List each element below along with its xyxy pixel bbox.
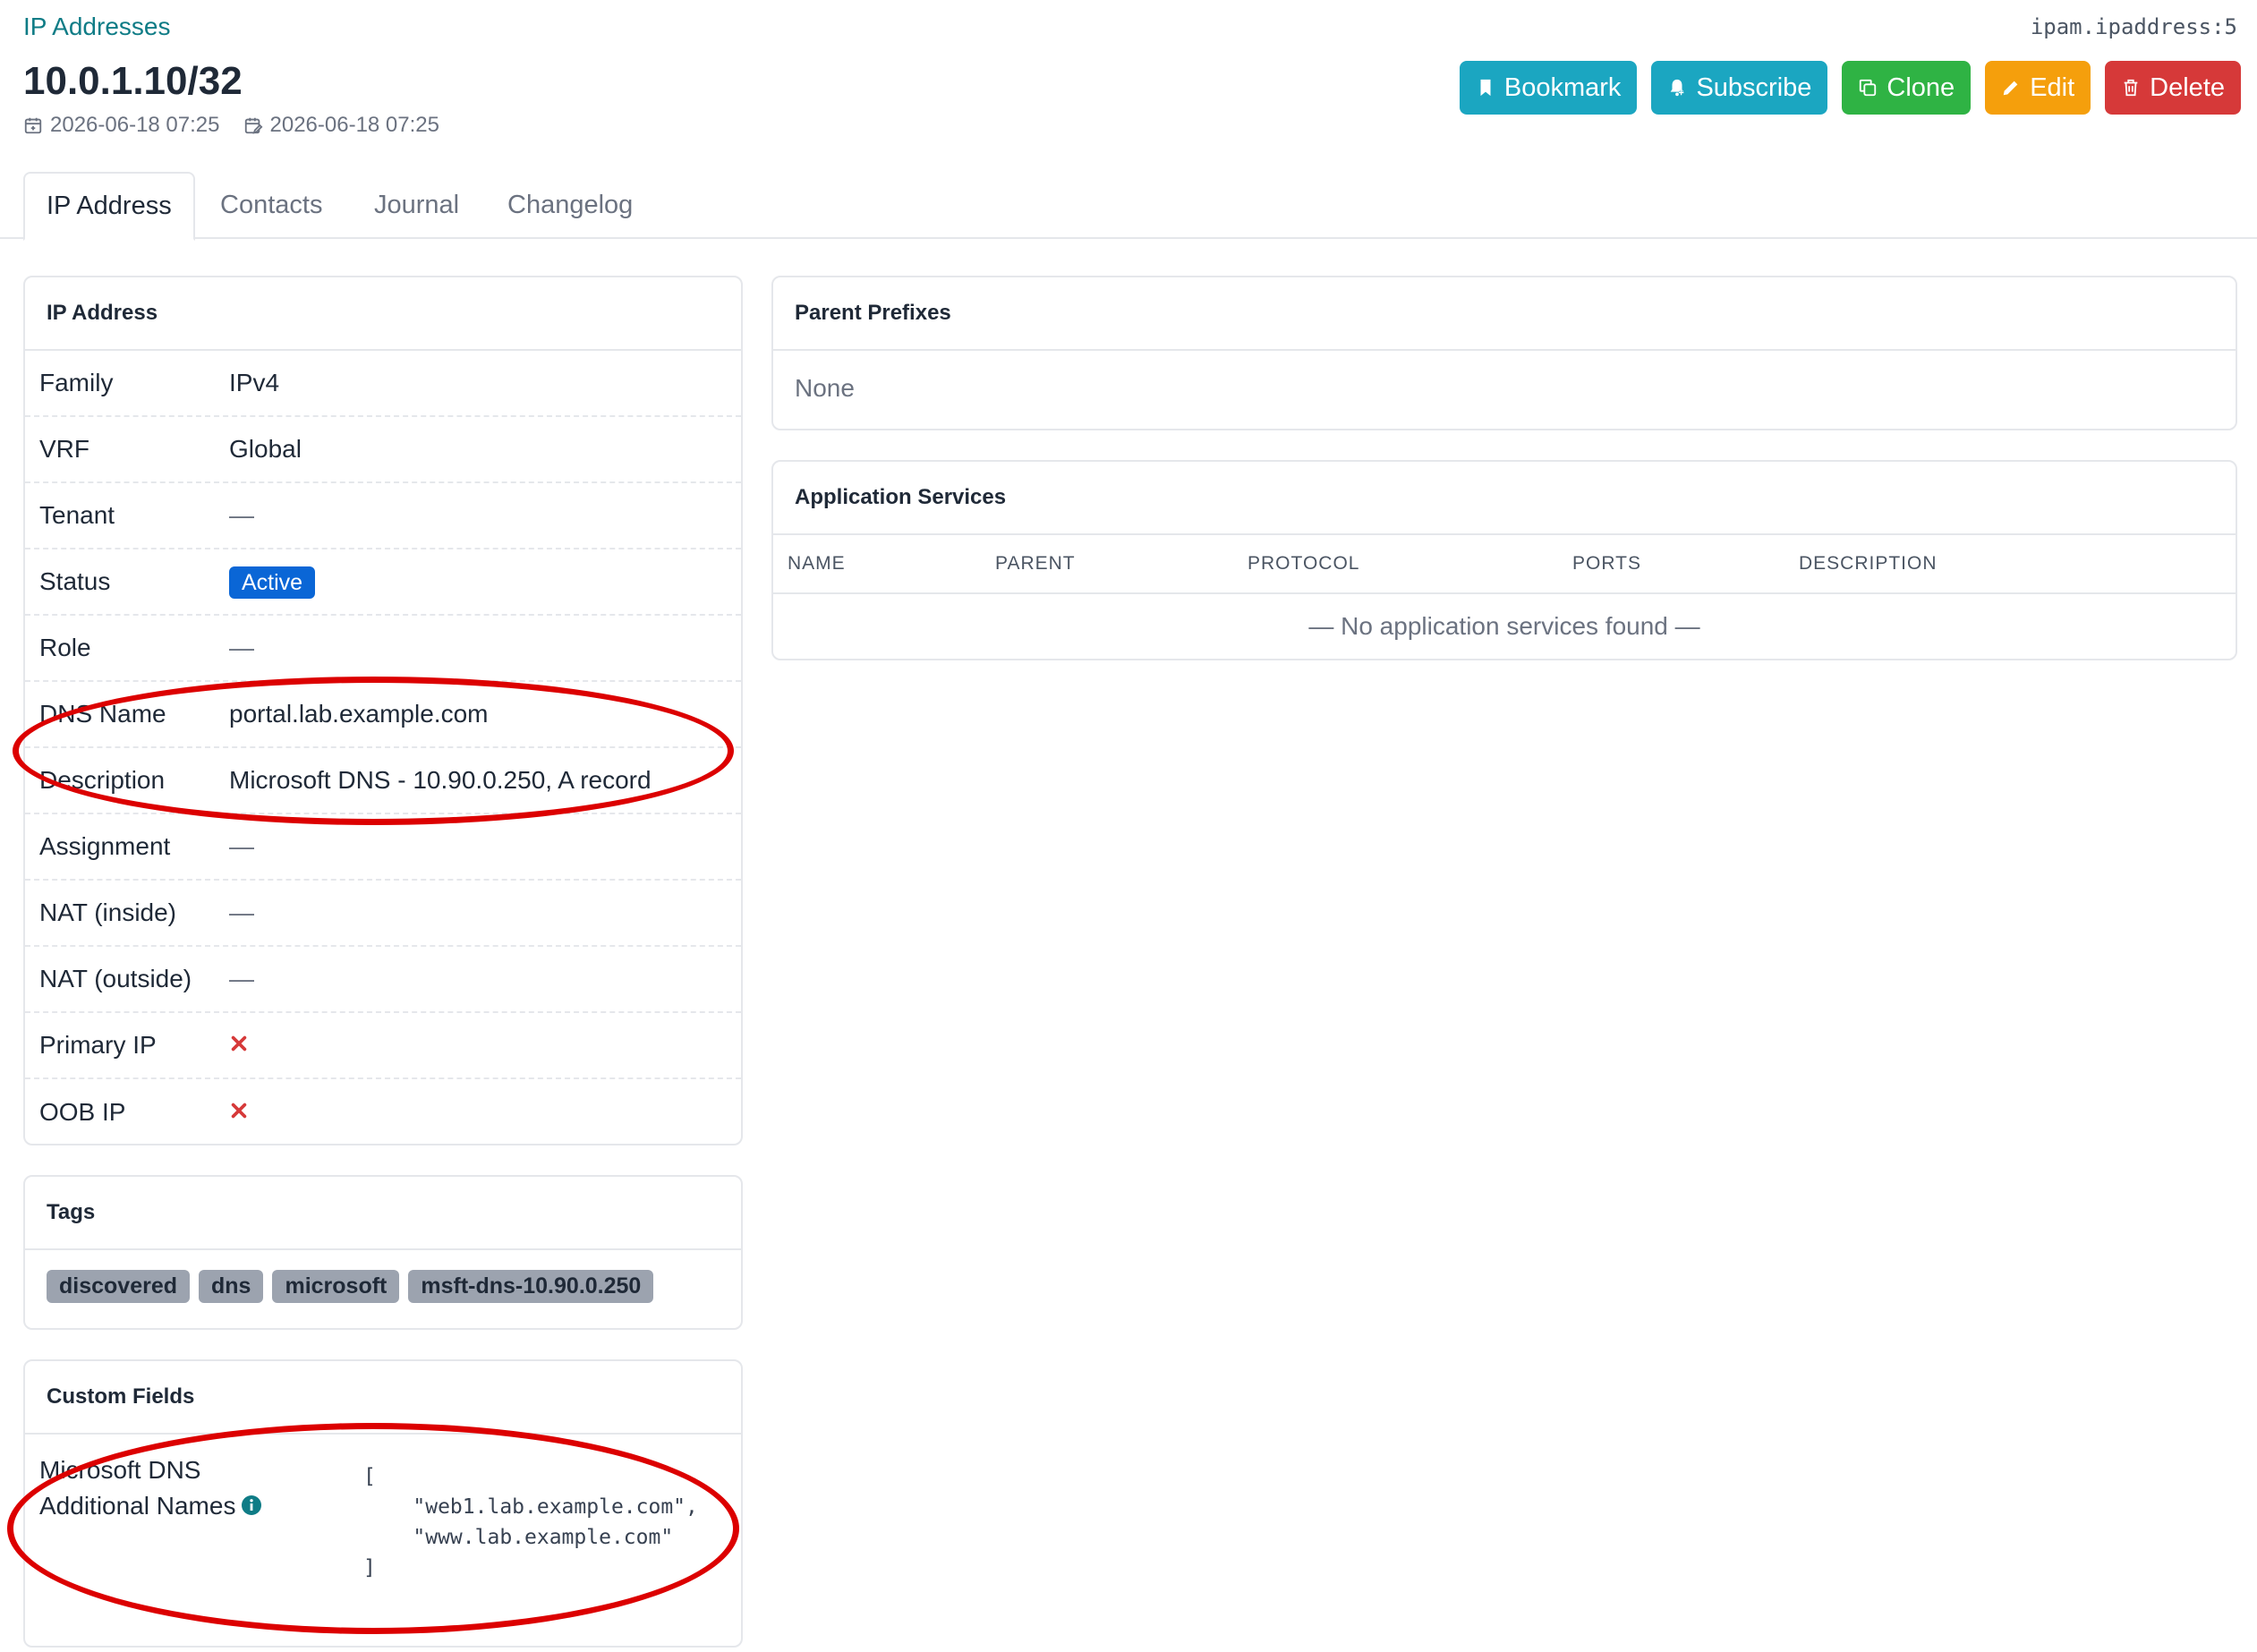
application-services-card: Application Services NAME PARENT PROTOCO… — [771, 460, 2237, 660]
tag-list: discovered dns microsoft msft-dns-10.90.… — [25, 1250, 741, 1323]
attr-label: Assignment — [39, 832, 171, 860]
calendar-edit-icon — [244, 117, 262, 134]
attr-row-oob-ip: OOB IP — [25, 1079, 741, 1144]
attr-label: Description — [39, 766, 166, 794]
bookmark-icon — [1480, 79, 1491, 97]
custom-field-label: Microsoft DNS Additional Names — [39, 1452, 363, 1583]
delete-label: Delete — [2150, 72, 2225, 102]
tag[interactable]: msft-dns-10.90.0.250 — [408, 1270, 654, 1303]
pencil-icon — [2003, 81, 2018, 96]
bookmark-button[interactable]: Bookmark — [1459, 61, 1638, 115]
attr-label: Family — [39, 369, 114, 396]
tab-journal[interactable]: Journal — [374, 172, 459, 239]
calendar-plus-icon — [24, 117, 42, 134]
attr-value: — — [229, 501, 254, 529]
timestamps: 2026-06-18 07:25 2026-06-18 07:25 — [23, 113, 439, 138]
subscribe-button[interactable]: Subscribe — [1651, 61, 1828, 115]
attr-label: OOB IP — [39, 1098, 126, 1126]
attr-row-family: Family IPv4 — [25, 351, 741, 417]
tag[interactable]: microsoft — [272, 1270, 400, 1303]
x-false-icon — [231, 1103, 247, 1119]
tag[interactable]: discovered — [47, 1270, 191, 1303]
tab-changelog[interactable]: Changelog — [507, 172, 633, 239]
updated-timestamp: 2026-06-18 07:25 — [243, 113, 440, 138]
attr-row-primary-ip: Primary IP — [25, 1013, 741, 1079]
attr-value: IPv4 — [229, 369, 280, 396]
delete-button[interactable]: Delete — [2105, 61, 2241, 115]
x-false-icon — [231, 1035, 247, 1052]
attr-row-role: Role — — [25, 616, 741, 682]
clone-label: Clone — [1887, 72, 1955, 102]
attr-label: VRF — [39, 435, 89, 463]
custom-fields-card: Custom Fields Microsoft DNS Additional N… — [23, 1359, 743, 1648]
column-header-parent[interactable]: PARENT — [995, 553, 1076, 575]
card-title: Custom Fields — [25, 1361, 741, 1435]
tag[interactable]: dns — [199, 1270, 264, 1303]
attr-row-dns-name: DNS Name portal.lab.example.com — [25, 682, 741, 748]
attr-label: NAT (inside) — [39, 898, 177, 926]
custom-field-row: Microsoft DNS Additional Names [ "web1.l… — [25, 1435, 741, 1601]
edit-label: Edit — [2030, 72, 2075, 102]
action-buttons: Bookmark Subscribe Clone Edit Delete — [1459, 61, 2241, 115]
object-identifier: ipam.ipaddress:5 — [2030, 14, 2237, 39]
card-title: Parent Prefixes — [773, 277, 2236, 351]
attr-row-description: Description Microsoft DNS - 10.90.0.250,… — [25, 748, 741, 814]
page-title: 10.0.1.10/32 — [23, 59, 243, 103]
created-timestamp: 2026-06-18 07:25 — [23, 113, 220, 138]
bell-plus-icon — [1671, 79, 1684, 97]
status-badge: Active — [229, 566, 316, 599]
tab-bar: IP Address Contacts Journal Changelog — [0, 172, 2257, 241]
parent-prefixes-card: Parent Prefixes None — [771, 276, 2237, 430]
attr-row-nat-inside: NAT (inside) — — [25, 881, 741, 947]
bookmark-label: Bookmark — [1503, 72, 1622, 102]
updated-value: 2026-06-18 07:25 — [269, 113, 440, 137]
attr-value: — — [229, 832, 254, 860]
clone-button[interactable]: Clone — [1842, 61, 1972, 115]
card-title: Tags — [25, 1177, 741, 1250]
column-header-name[interactable]: NAME — [788, 553, 846, 575]
attr-value: Microsoft DNS - 10.90.0.250, A record — [229, 766, 652, 794]
attr-value: — — [229, 898, 254, 926]
attr-label: Role — [39, 634, 91, 661]
attr-row-nat-outside: NAT (outside) — — [25, 947, 741, 1013]
trash-icon — [2124, 79, 2138, 97]
info-icon[interactable] — [241, 1494, 262, 1516]
attr-row-status: Status Active — [25, 549, 741, 616]
card-title: Application Services — [773, 462, 2236, 535]
attr-label: Status — [39, 567, 111, 595]
copy-icon — [1860, 79, 1877, 97]
column-header-protocol[interactable]: PROTOCOL — [1248, 553, 1359, 575]
attr-label: Primary IP — [39, 1031, 157, 1059]
empty-message: — No application services found — — [1308, 612, 1700, 640]
table-header: NAME PARENT PROTOCOL PORTS DESCRIPTION — [773, 535, 2236, 594]
card-title: IP Address — [25, 277, 741, 351]
attribute-table: Family IPv4 VRF Global Tenant — Status A… — [25, 351, 741, 1144]
ip-address-card: IP Address Family IPv4 VRF Global Tenant… — [23, 276, 743, 1145]
edit-button[interactable]: Edit — [1985, 61, 2091, 115]
custom-field-json-value: [ "web1.lab.example.com", "www.lab.examp… — [363, 1465, 698, 1580]
empty-message: None — [795, 374, 855, 402]
attr-row-vrf: VRF Global — [25, 417, 741, 483]
attr-value[interactable]: Global — [229, 435, 302, 464]
attr-label: DNS Name — [39, 700, 166, 728]
tab-contacts[interactable]: Contacts — [220, 172, 322, 239]
column-header-ports[interactable]: PORTS — [1572, 553, 1641, 575]
label-line-2: Additional Names — [39, 1492, 236, 1520]
attr-value: portal.lab.example.com — [229, 700, 489, 728]
label-line-1: Microsoft DNS — [39, 1456, 201, 1484]
attr-value: — — [229, 965, 254, 992]
created-value: 2026-06-18 07:25 — [50, 113, 220, 137]
attr-row-tenant: Tenant — — [25, 483, 741, 549]
attr-row-assignment: Assignment — — [25, 814, 741, 881]
column-header-description[interactable]: DESCRIPTION — [1799, 553, 1938, 575]
tags-card: Tags discovered dns microsoft msft-dns-1… — [23, 1175, 743, 1330]
attr-label: NAT (outside) — [39, 965, 192, 992]
breadcrumb[interactable]: IP Addresses — [23, 13, 170, 41]
attr-label: Tenant — [39, 501, 115, 529]
subscribe-label: Subscribe — [1696, 72, 1812, 102]
tab-ip-address[interactable]: IP Address — [23, 172, 195, 241]
attr-value: — — [229, 634, 254, 661]
